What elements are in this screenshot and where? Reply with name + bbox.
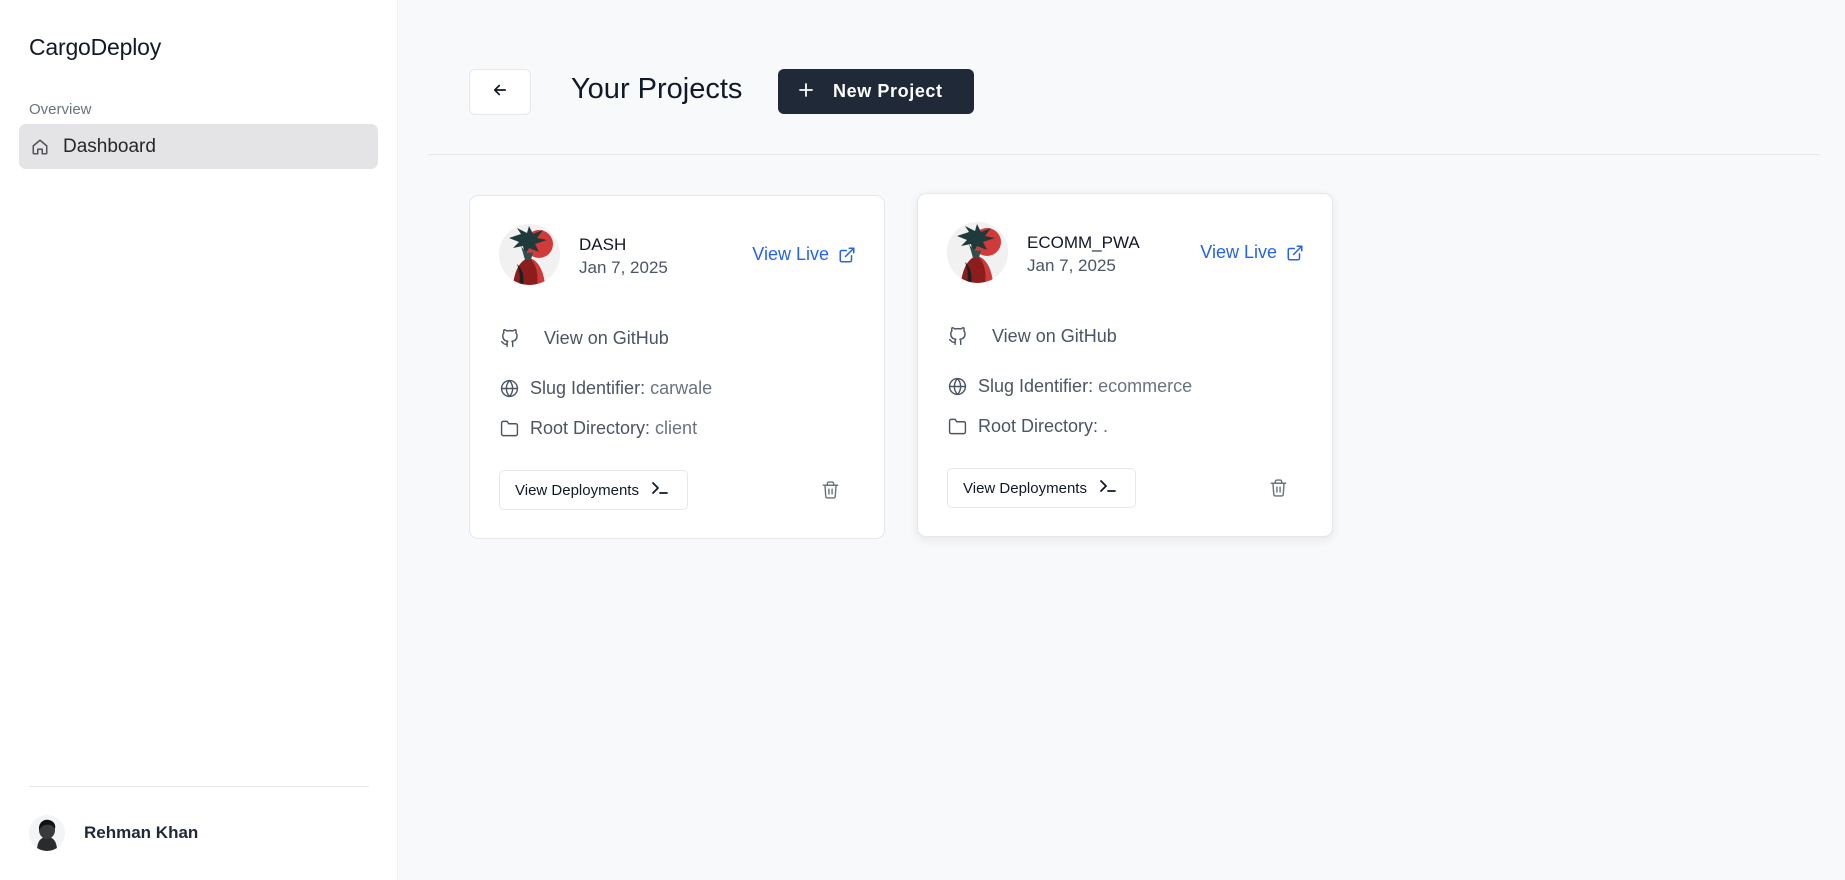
sidebar-item-label: Dashboard [63, 135, 156, 157]
back-button[interactable] [469, 69, 531, 115]
view-deployments-label: View Deployments [515, 481, 639, 499]
user-profile[interactable]: Rehman Khan [29, 815, 198, 851]
view-on-github-link[interactable]: View on GitHub [992, 326, 1117, 347]
globe-icon [947, 377, 967, 397]
project-date: Jan 7, 2025 [1027, 256, 1116, 275]
delete-project-button[interactable] [819, 479, 841, 501]
slug-row: Slug Identifier: carwale [499, 378, 712, 399]
project-avatar [499, 224, 560, 285]
project-name: DASH [579, 235, 627, 254]
external-link-icon [1287, 245, 1303, 260]
slug-key: Slug Identifier: [978, 376, 1094, 396]
slug-value: ecommerce [1098, 376, 1193, 396]
folder-icon [499, 419, 519, 439]
sidebar-item-dashboard[interactable]: Dashboard [19, 124, 378, 169]
view-live-link[interactable]: View Live [752, 244, 856, 265]
plus-icon [798, 79, 814, 103]
new-project-button[interactable]: New Project [778, 69, 974, 114]
project-card: DASH Jan 7, 2025 View Live View on GitHu… [469, 195, 885, 539]
root-directory-value: client [655, 418, 698, 438]
arrow-left-icon [491, 81, 509, 104]
view-deployments-button[interactable]: View Deployments [499, 470, 688, 510]
github-row[interactable]: View on GitHub [499, 328, 669, 349]
root-directory-row: Root Directory: client [499, 418, 697, 439]
project-card: ECOMM_PWA Jan 7, 2025 View Live View on … [917, 193, 1333, 537]
home-icon [30, 137, 50, 157]
user-name: Rehman Khan [84, 823, 199, 842]
delete-project-button[interactable] [1267, 477, 1289, 499]
terminal-icon [651, 481, 669, 499]
sidebar-section-label: Overview [29, 101, 92, 118]
project-date: Jan 7, 2025 [579, 258, 668, 277]
root-directory-value: . [1103, 416, 1109, 436]
sidebar: CargoDeploy Overview Dashboard Rehman Kh… [0, 0, 398, 880]
sidebar-divider [29, 786, 369, 787]
new-project-label: New Project [833, 81, 943, 101]
view-live-label: View Live [1200, 242, 1277, 262]
globe-icon [499, 379, 519, 399]
view-deployments-button[interactable]: View Deployments [947, 468, 1136, 508]
trash-icon [1270, 479, 1286, 497]
brand-logo[interactable]: CargoDeploy [29, 34, 161, 61]
github-icon [947, 327, 967, 347]
terminal-icon [1099, 479, 1117, 497]
root-directory-key: Root Directory: [530, 418, 651, 438]
view-live-link[interactable]: View Live [1200, 242, 1304, 263]
project-avatar [947, 222, 1008, 283]
root-directory-row: Root Directory: . [947, 416, 1108, 437]
view-on-github-link[interactable]: View on GitHub [544, 328, 669, 349]
avatar [29, 815, 65, 851]
external-link-icon [839, 247, 855, 262]
github-icon [499, 329, 519, 349]
trash-icon [822, 481, 838, 499]
view-live-label: View Live [752, 244, 829, 264]
slug-value: carwale [650, 378, 713, 398]
slug-key: Slug Identifier: [530, 378, 646, 398]
folder-icon [947, 417, 967, 437]
github-row[interactable]: View on GitHub [947, 326, 1117, 347]
root-directory-key: Root Directory: [978, 416, 1099, 436]
slug-row: Slug Identifier: ecommerce [947, 376, 1192, 397]
view-deployments-label: View Deployments [963, 479, 1087, 497]
header-divider [428, 154, 1820, 155]
project-name: ECOMM_PWA [1027, 233, 1140, 252]
page-title: Your Projects [571, 73, 743, 105]
